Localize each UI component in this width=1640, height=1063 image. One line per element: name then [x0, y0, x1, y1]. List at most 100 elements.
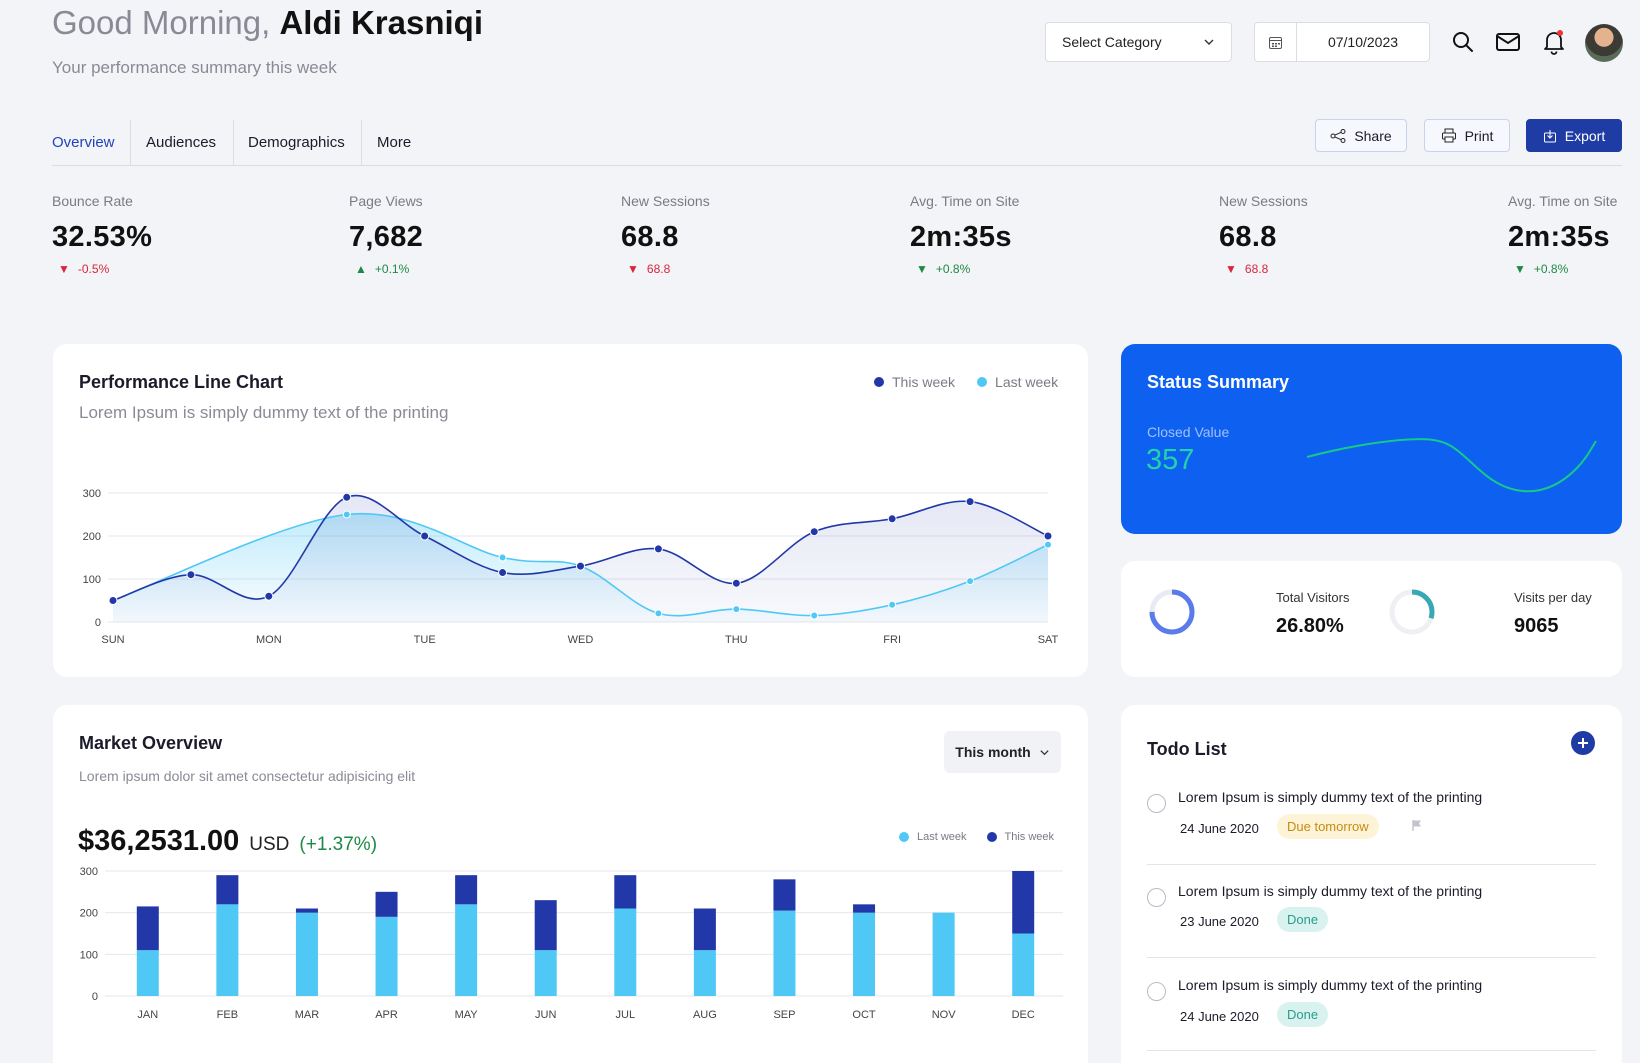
kpi-change: ▲ +0.1%: [349, 262, 423, 276]
kpi-value: 7,682: [349, 221, 424, 253]
kpi-change-value: 68.8: [1244, 262, 1269, 276]
caret-down-icon: ▼: [627, 262, 639, 276]
export-button[interactable]: Export: [1526, 119, 1622, 152]
todo-date: 24 June 2020: [1180, 1009, 1259, 1024]
todo-status-badge: Done: [1277, 907, 1329, 932]
caret-up-icon: ▲: [355, 262, 367, 276]
todo-checkbox[interactable]: [1147, 888, 1166, 907]
todo-checkbox[interactable]: [1147, 982, 1166, 1001]
data-point: [966, 577, 975, 586]
y-tick-label: 100: [80, 949, 98, 961]
market-bar-chart: 0 100 200 300 JAN FEB MAR APR MAY JUN JUL AUG SEP OCT…: [80, 866, 1063, 1021]
tab-more[interactable]: More: [377, 118, 411, 166]
y-tick-label: 200: [83, 531, 101, 543]
divider: [1147, 1050, 1596, 1051]
kpi-new-sessions: New Sessions 68.8 ▼ 68.8: [621, 193, 710, 276]
kpi-value: 2m:35s: [1508, 221, 1610, 253]
bar-this-week: [216, 875, 239, 905]
x-tick-label: JUL: [616, 1009, 636, 1021]
share-label: Share: [1354, 127, 1392, 144]
kpi-change: ▼ -0.5%: [52, 262, 152, 276]
data-point: [1044, 540, 1052, 549]
bar-this-week: [1012, 871, 1035, 934]
todo-text: Lorem Ipsum is simply dummy text of the …: [1178, 977, 1483, 993]
x-tick-label: MAR: [295, 1009, 320, 1021]
mail-icon[interactable]: [1494, 28, 1522, 56]
caret-down-icon: ▼: [58, 262, 70, 276]
todo-checkbox[interactable]: [1147, 794, 1166, 813]
tab-divider: [130, 120, 131, 166]
x-tick-label: FRI: [883, 634, 901, 646]
todo-text: Lorem Ipsum is simply dummy text of the …: [1178, 789, 1483, 805]
bar-last-week: [375, 916, 398, 996]
y-tick-label: 300: [80, 866, 98, 878]
bar-this-week: [534, 900, 557, 951]
data-point: [732, 605, 741, 614]
kpi-bounce-rate: Bounce Rate 32.53% ▼ -0.5%: [52, 193, 152, 276]
add-todo-button[interactable]: [1571, 731, 1595, 755]
data-point: [498, 568, 508, 578]
tab-demographics[interactable]: Demographics: [248, 118, 345, 166]
data-point: [576, 561, 585, 571]
bar-this-week: [375, 891, 398, 917]
bar-last-week: [773, 910, 796, 996]
bar-last-week: [693, 950, 716, 996]
print-button[interactable]: Print: [1424, 119, 1510, 152]
card-title: Todo List: [1147, 739, 1227, 759]
share-button[interactable]: Share: [1315, 119, 1407, 152]
data-point: [108, 596, 118, 605]
export-icon: [1543, 129, 1556, 142]
user-name: Aldi Krasniqi: [279, 4, 483, 41]
calendar-icon[interactable]: [1255, 23, 1297, 61]
search-icon[interactable]: [1449, 28, 1477, 56]
kpi-change-value: +0.8%: [1533, 262, 1569, 276]
data-point: [888, 600, 897, 609]
y-tick-label: 100: [83, 574, 101, 586]
kpi-label: Bounce Rate: [52, 193, 133, 209]
data-point: [264, 591, 274, 601]
bar-this-week: [853, 904, 876, 913]
kpi-value: 68.8: [621, 221, 679, 253]
tab-divider: [361, 120, 362, 166]
x-tick-label: OCT: [852, 1009, 876, 1021]
data-point: [809, 527, 819, 537]
kpi-change: ▼ 68.8: [1219, 262, 1308, 276]
data-point: [342, 492, 352, 502]
user-avatar[interactable]: [1585, 24, 1623, 62]
todo-status-badge: Done: [1277, 1002, 1329, 1027]
tab-divider: [233, 120, 234, 166]
closed-value-sparkline: [1306, 438, 1597, 493]
category-select-value: Select Category: [1062, 34, 1162, 50]
caret-down-icon: ▼: [1514, 262, 1526, 276]
flag-icon[interactable]: [1411, 819, 1423, 832]
tab-audiences[interactable]: Audiences: [146, 118, 216, 166]
data-point: [342, 510, 351, 519]
visits-per-day-donut: [1389, 589, 1435, 635]
bar-last-week: [136, 950, 159, 996]
kpi-value: 68.8: [1219, 221, 1277, 253]
caret-down-icon: ▼: [1225, 262, 1237, 276]
total-visitors-value: 26.80%: [1276, 615, 1344, 637]
x-tick-label: NOV: [932, 1009, 957, 1021]
category-select[interactable]: Select Category: [1045, 22, 1232, 62]
kpi-change-value: -0.5%: [77, 262, 110, 276]
x-tick-label: WED: [568, 634, 594, 646]
notification-bell-icon[interactable]: [1540, 28, 1568, 56]
x-tick-label: APR: [375, 1009, 398, 1021]
visitors-card: Total Visitors 26.80% Visits per day 906…: [1121, 561, 1622, 677]
bar-last-week: [455, 904, 478, 996]
y-tick-label: 0: [95, 617, 101, 629]
performance-card: Performance Line Chart Lorem Ipsum is si…: [53, 344, 1088, 677]
tab-overview[interactable]: Overview: [52, 118, 115, 166]
todo-date: 23 June 2020: [1180, 914, 1259, 929]
data-point: [731, 578, 741, 588]
data-point: [887, 514, 897, 524]
todo-status-badge: Due tomorrow: [1277, 814, 1379, 839]
kpi-label: Avg. Time on Site: [1508, 193, 1618, 209]
x-tick-label: MAY: [455, 1009, 479, 1021]
date-picker[interactable]: 07/10/2023: [1254, 22, 1430, 62]
bar-this-week: [455, 875, 478, 905]
page-subtitle: Your performance summary this week: [52, 58, 337, 77]
x-tick-label: SAT: [1038, 634, 1059, 646]
kpi-change: ▼ 68.8: [621, 262, 710, 276]
